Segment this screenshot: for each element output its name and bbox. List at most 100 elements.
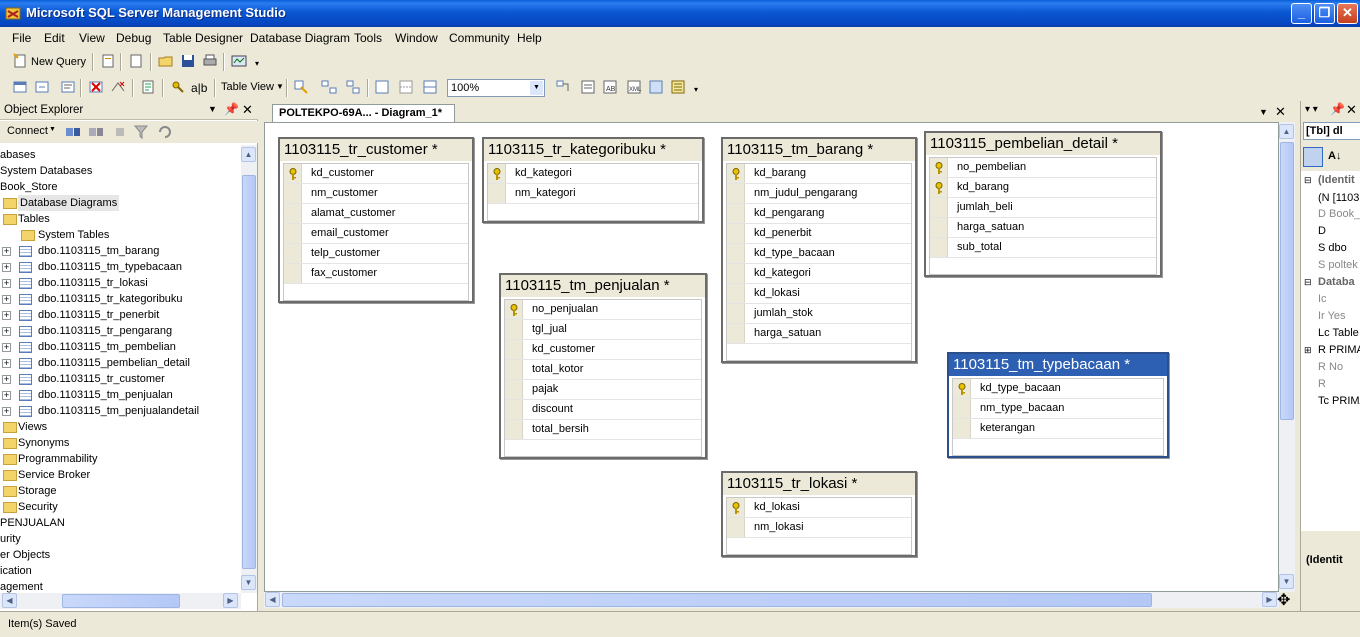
chevron-down-icon[interactable]: ▼ <box>1259 107 1268 117</box>
new-text-annotation-icon[interactable] <box>60 79 76 95</box>
diagram-hscrollbar[interactable]: ◀ ▶ <box>264 592 1279 608</box>
row-selector[interactable] <box>930 158 948 177</box>
close-icon[interactable]: ✕ <box>1346 102 1357 118</box>
tree-node-storage[interactable]: Storage <box>18 483 57 499</box>
row-selector[interactable] <box>930 238 948 257</box>
remove-from-diagram-icon[interactable] <box>110 79 126 95</box>
row-selector[interactable] <box>727 224 745 243</box>
row-selector[interactable] <box>488 164 506 183</box>
expand-icon[interactable]: + <box>2 279 11 288</box>
zoom-to-fit-icon[interactable] <box>374 79 390 95</box>
diagram-column-row[interactable]: kd_barang <box>727 164 911 184</box>
refresh-icon[interactable] <box>157 124 173 140</box>
diagram-table-title[interactable]: 1103115_tm_barang * <box>723 139 915 161</box>
close-icon[interactable]: ✕ <box>242 102 253 118</box>
diagram-table[interactable]: 1103115_tm_penjualan * no_penjualan tgl_ju… <box>499 273 707 459</box>
property-row[interactable]: Lc Table <box>1318 327 1359 339</box>
tree-node-server-objects[interactable]: er Objects <box>0 547 50 563</box>
arrange-selection-icon[interactable] <box>345 79 361 95</box>
diagram-column-row[interactable]: jumlah_beli <box>930 198 1156 218</box>
row-selector[interactable] <box>930 198 948 217</box>
properties-object-select[interactable]: [Tbl] dl <box>1303 122 1360 140</box>
diagram-column-row[interactable]: nm_type_bacaan <box>953 399 1163 419</box>
categorized-button[interactable] <box>1303 147 1323 167</box>
row-selector[interactable] <box>953 379 971 398</box>
add-table-icon[interactable] <box>12 79 28 95</box>
collapse-icon[interactable]: ⊟ <box>1304 277 1312 288</box>
diagram-table-title[interactable]: 1103115_pembelian_detail * <box>926 133 1160 155</box>
tree-node-table[interactable]: dbo.1103115_tm_typebacaan <box>38 259 182 275</box>
diagram-column-row[interactable]: email_customer <box>284 224 468 244</box>
set-primary-key-icon[interactable] <box>170 79 186 95</box>
property-row[interactable]: (N [1103 <box>1318 192 1359 204</box>
tree-node-penjualan[interactable]: PENJUALAN <box>0 515 65 531</box>
diagram-table-title[interactable]: 1103115_tr_lokasi * <box>723 473 915 495</box>
diagram-column-row[interactable]: no_penjualan <box>505 300 701 320</box>
diagram-column-row[interactable]: kd_type_bacaan <box>953 379 1163 399</box>
row-selector[interactable] <box>727 264 745 283</box>
diagram-column-row[interactable]: kd_penerbit <box>727 224 911 244</box>
scroll-thumb[interactable] <box>242 175 256 569</box>
property-row[interactable]: S poltek <box>1318 259 1358 271</box>
pan-icon[interactable]: ✥ <box>1277 590 1290 610</box>
menu-file[interactable]: File <box>12 31 31 45</box>
diagram-column-row[interactable]: total_kotor <box>505 360 701 380</box>
tree-node-table[interactable]: dbo.1103115_tr_customer <box>38 371 165 387</box>
zoom-select[interactable]: 100% ▼ <box>447 79 545 97</box>
property-row[interactable]: Ic <box>1318 293 1327 305</box>
chevron-down-icon[interactable]: ▼ <box>276 82 284 91</box>
page-break-icon[interactable] <box>398 79 414 95</box>
diagram-column-row[interactable]: keterangan <box>953 419 1163 439</box>
property-row[interactable]: D Book_ <box>1318 208 1360 220</box>
close-button[interactable]: ✕ <box>1337 3 1358 24</box>
tree-node-management[interactable]: agement <box>0 579 43 593</box>
row-selector[interactable] <box>284 244 302 263</box>
view-tables-icon[interactable] <box>670 79 686 95</box>
tree-node-table[interactable]: dbo.1103115_tm_penjualan <box>38 387 173 403</box>
tree-node-table[interactable]: dbo.1103115_tm_penjualandetail <box>38 403 199 419</box>
toolbar-overflow-icon[interactable]: ▾ <box>255 59 259 68</box>
disconnect-icon[interactable] <box>88 124 104 140</box>
tree-node-databases[interactable]: abases <box>0 147 35 163</box>
diagram-column-row[interactable]: tgl_jual <box>505 320 701 340</box>
row-selector[interactable] <box>727 518 745 537</box>
property-row[interactable]: Ir Yes <box>1318 310 1346 322</box>
diagram-table[interactable]: 1103115_tm_barang * kd_barang nm_judul_pen… <box>721 137 917 363</box>
expand-icon[interactable]: ⊞ <box>1304 345 1312 356</box>
row-selector[interactable] <box>284 264 302 283</box>
tree-node-system-databases[interactable]: System Databases <box>0 163 92 179</box>
diagram-table-title[interactable]: 1103115_tr_kategoribuku * <box>484 139 702 161</box>
object-explorer-vscrollbar[interactable]: ▲ ▼ <box>241 145 257 593</box>
tree-node-security-root[interactable]: urity <box>0 531 21 547</box>
expand-icon[interactable]: + <box>2 375 11 384</box>
diagram-canvas[interactable]: 1103115_tr_customer * kd_customer nm_custo… <box>264 122 1279 592</box>
scroll-left-icon[interactable]: ◀ <box>2 593 17 608</box>
tree-node-table[interactable]: dbo.1103115_pembelian_detail <box>38 355 190 371</box>
scroll-thumb[interactable] <box>1280 142 1294 420</box>
collapse-icon[interactable]: ⊟ <box>1304 175 1312 186</box>
diagram-column-row[interactable]: kd_lokasi <box>727 498 911 518</box>
menu-debug[interactable]: Debug <box>116 31 151 45</box>
close-document-icon[interactable]: ✕ <box>1275 104 1286 120</box>
save-icon[interactable] <box>180 53 196 69</box>
diagram-column-row[interactable]: nm_kategori <box>488 184 698 204</box>
diagram-column-row[interactable]: kd_pengarang <box>727 204 911 224</box>
diagram-column-row[interactable]: kd_customer <box>505 340 701 360</box>
row-selector[interactable] <box>284 204 302 223</box>
open-folder-icon[interactable] <box>158 53 174 69</box>
diagram-column-row[interactable]: discount <box>505 400 701 420</box>
row-selector[interactable] <box>727 498 745 517</box>
chevron-down-icon[interactable]: ▼ <box>208 104 217 114</box>
expand-icon[interactable]: + <box>2 247 11 256</box>
diagram-column-row[interactable]: nm_customer <box>284 184 468 204</box>
scroll-right-icon[interactable]: ▶ <box>223 593 238 608</box>
expand-icon[interactable]: + <box>2 295 11 304</box>
diagram-column-row[interactable]: jumlah_stok <box>727 304 911 324</box>
pin-icon[interactable]: 📌 <box>224 102 239 116</box>
minimize-button[interactable]: _ <box>1291 3 1312 24</box>
tree-node-table[interactable]: dbo.1103115_tm_pembelian <box>38 339 176 355</box>
diagram-column-row[interactable]: kd_type_bacaan <box>727 244 911 264</box>
toolbar-overflow-icon[interactable]: ▾ <box>694 85 698 94</box>
print-icon[interactable] <box>202 53 218 69</box>
scroll-right-icon[interactable]: ▶ <box>1262 592 1277 607</box>
